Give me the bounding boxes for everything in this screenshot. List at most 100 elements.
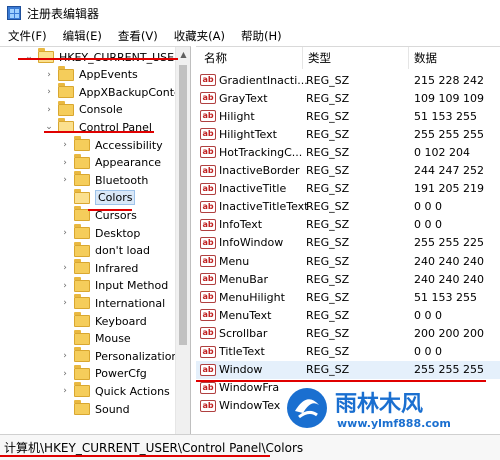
string-value-icon: ab: [200, 399, 216, 412]
menu-view[interactable]: 查看(V): [110, 28, 166, 44]
value-data: 255 255 225: [414, 236, 484, 250]
chevron-right-icon[interactable]: ›: [44, 105, 54, 115]
value-row[interactable]: ab InactiveBorder REG_SZ 244 247 252: [196, 162, 500, 180]
value-name: HilightText: [219, 127, 277, 141]
chevron-right-icon[interactable]: ›: [44, 87, 54, 97]
tree-item[interactable]: › Infrared: [60, 259, 138, 277]
string-value-icon: ab: [200, 327, 216, 340]
chevron-right-icon[interactable]: ›: [44, 70, 54, 80]
string-value-icon: ab: [200, 200, 216, 213]
tree-item[interactable]: Keyboard: [60, 312, 147, 330]
menu-help[interactable]: 帮助(H): [233, 28, 290, 44]
value-data: 255 255 255: [414, 363, 484, 377]
value-name: Menu: [219, 254, 250, 268]
tree-item[interactable]: › Appearance: [60, 153, 161, 172]
folder-icon: [58, 83, 74, 99]
value-row[interactable]: ab TitleText REG_SZ 0 0 0: [196, 343, 500, 361]
value-name: MenuHilight: [219, 290, 285, 304]
tree-item[interactable]: › Input Method: [60, 276, 168, 295]
chevron-right-icon[interactable]: ›: [60, 158, 70, 168]
value-row[interactable]: ab Hilight REG_SZ 51 153 255: [196, 107, 500, 125]
folder-icon: [58, 100, 74, 116]
status-path: 计算机\HKEY_CURRENT_USER\Control Panel\Colo…: [4, 441, 304, 455]
folder-icon: [74, 329, 90, 345]
tree-item-label: International: [95, 296, 166, 310]
value-row[interactable]: ab MenuBar REG_SZ 240 240 240: [196, 270, 500, 288]
value-row[interactable]: ab Menu REG_SZ 240 240 240: [196, 252, 500, 270]
chevron-right-icon[interactable]: ›: [60, 386, 70, 396]
value-row[interactable]: ab MenuHilight REG_SZ 51 153 255: [196, 288, 500, 306]
tree-item-label: AppEvents: [79, 68, 138, 82]
value-type: REG_SZ: [306, 73, 350, 87]
tree-item[interactable]: Mouse: [60, 329, 131, 348]
menu-file[interactable]: 文件(F): [0, 28, 55, 44]
tree-item[interactable]: › AppEvents: [44, 65, 138, 84]
column-header-data[interactable]: 数据: [414, 47, 437, 69]
chevron-right-icon[interactable]: ›: [60, 281, 70, 291]
tree-scrollbar[interactable]: ▲: [175, 47, 190, 434]
string-value-icon: ab: [200, 291, 216, 304]
value-type: REG_SZ: [306, 109, 350, 123]
menu-edit[interactable]: 编辑(E): [55, 28, 110, 44]
chevron-right-icon[interactable]: ›: [60, 298, 70, 308]
value-data: 191 205 219: [414, 182, 484, 196]
tree-item[interactable]: › Accessibility: [60, 136, 163, 154]
value-data: 0 102 204: [414, 145, 470, 159]
column-header-name[interactable]: 名称: [204, 47, 227, 69]
value-row[interactable]: ab HilightText REG_SZ 255 255 255: [196, 125, 500, 143]
scroll-up-icon[interactable]: ▲: [176, 47, 190, 62]
tree-item[interactable]: don't load: [60, 241, 150, 260]
value-row[interactable]: ab HotTrackingC... REG_SZ 0 102 204: [196, 143, 500, 161]
tree-item[interactable]: Colors: [60, 188, 136, 207]
value-row[interactable]: ab GradientInacti... REG_SZ 215 228 242: [196, 71, 500, 89]
column-separator[interactable]: [408, 47, 409, 69]
scrollbar-thumb[interactable]: [179, 65, 187, 345]
values-list[interactable]: 名称 类型 数据 ab GradientInacti... REG_SZ 215 22…: [196, 46, 500, 434]
value-row[interactable]: ab InactiveTitleText REG_SZ 0 0 0: [196, 198, 500, 216]
menu-favorites[interactable]: 收藏夹(A): [166, 28, 233, 44]
tree-item[interactable]: › Desktop: [60, 224, 140, 242]
chevron-right-icon[interactable]: ›: [60, 369, 70, 379]
registry-editor-icon: [7, 6, 21, 20]
value-type: REG_SZ: [306, 145, 350, 159]
window-title: 注册表编辑器: [27, 6, 100, 21]
folder-icon: [74, 382, 90, 398]
tree-item[interactable]: › Console: [44, 100, 123, 119]
tree-item[interactable]: ⌄ Control Panel: [44, 118, 152, 136]
value-row[interactable]: ab InfoText REG_SZ 0 0 0: [196, 216, 500, 234]
title-bar: 注册表编辑器: [0, 0, 500, 26]
value-row[interactable]: ab Scrollbar REG_SZ 200 200 200: [196, 324, 500, 342]
value-data: 0 0 0: [414, 345, 442, 358]
value-row[interactable]: ab InfoWindow REG_SZ 255 255 225: [196, 234, 500, 252]
value-row[interactable]: ab GrayText REG_SZ 109 109 109: [196, 89, 500, 107]
registry-tree[interactable]: ⌄ HKEY_CURRENT_USER › AppEvents › AppXBackupC…: [0, 46, 191, 434]
value-row[interactable]: ab InactiveTitle REG_SZ 191 205 219: [196, 180, 500, 198]
tree-item[interactable]: › PowerCfg: [60, 364, 147, 383]
value-data: 0 0 0: [414, 308, 442, 322]
value-row[interactable]: ab Window REG_SZ 255 255 255: [196, 360, 500, 379]
folder-icon: [74, 294, 90, 310]
tree-item[interactable]: Sound: [60, 400, 130, 418]
column-header-type[interactable]: 类型: [308, 47, 331, 69]
tree-item[interactable]: › AppXBackupConter: [44, 83, 185, 101]
chevron-right-icon[interactable]: ›: [60, 351, 70, 361]
chevron-right-icon[interactable]: ›: [60, 140, 70, 150]
tree-item[interactable]: › International: [60, 294, 165, 312]
value-type: REG_SZ: [306, 363, 350, 377]
tree-item[interactable]: › Personalization: [60, 347, 178, 365]
chevron-right-icon[interactable]: ›: [60, 175, 70, 185]
value-row[interactable]: ab MenuText REG_SZ 0 0 0: [196, 306, 500, 324]
tree-item[interactable]: › Bluetooth: [60, 171, 148, 189]
value-data: 51 153 255: [414, 290, 477, 304]
value-name: Hilight: [219, 109, 255, 123]
chevron-right-icon[interactable]: ›: [60, 263, 70, 273]
value-name: InfoText: [219, 218, 263, 232]
chevron-down-icon[interactable]: ⌄: [24, 52, 34, 62]
column-separator[interactable]: [302, 47, 303, 69]
chevron-right-icon[interactable]: ›: [60, 228, 70, 238]
folder-icon: [74, 312, 90, 327]
folder-icon: [74, 241, 90, 257]
tree-item[interactable]: ⌄ HKEY_CURRENT_USER: [24, 48, 182, 66]
tree-item[interactable]: › Quick Actions: [60, 382, 170, 400]
watermark-logo: 雨林木风 www.ylmf888.com: [283, 383, 500, 433]
